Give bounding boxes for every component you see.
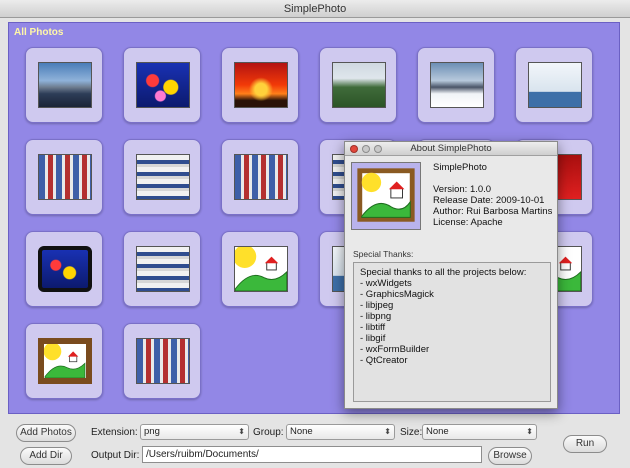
updown-arrows-icon: ⬍: [384, 427, 391, 436]
size-label: Size:: [400, 427, 423, 438]
photo-tile[interactable]: [123, 47, 201, 123]
thanks-item: - GraphicsMagick: [360, 289, 434, 300]
photo-thumbnail: [332, 62, 386, 108]
run-button[interactable]: Run: [563, 435, 607, 453]
gallery-title: All Photos: [14, 27, 64, 38]
photo-thumbnail: [38, 62, 92, 108]
thanks-item: - libgif: [360, 333, 386, 344]
window-title: SimplePhoto: [0, 0, 630, 18]
photo-tile[interactable]: [25, 139, 103, 215]
minimize-icon[interactable]: [362, 145, 370, 153]
photo-thumbnail: [430, 62, 484, 108]
group-label: Group:: [253, 427, 284, 438]
thanks-item: - wxFormBuilder: [360, 344, 430, 355]
photo-tile[interactable]: [515, 47, 593, 123]
size-value: None: [426, 426, 449, 437]
about-app-name: SimplePhoto: [433, 162, 487, 173]
updown-arrows-icon: ⬍: [526, 427, 533, 436]
about-author: Author: Rui Barbosa Martins: [433, 206, 553, 217]
photo-tile[interactable]: [221, 139, 299, 215]
thanks-item: - libtiff: [360, 322, 386, 333]
photo-thumbnail: [38, 246, 92, 292]
photo-thumbnail: [234, 62, 288, 108]
size-select[interactable]: None ⬍: [422, 424, 537, 440]
photo-thumbnail: [136, 154, 190, 200]
output-dir-label: Output Dir:: [91, 450, 140, 461]
app-logo-icon: [351, 162, 421, 230]
thanks-item: - wxWidgets: [360, 278, 412, 289]
thanks-intro: Special thanks to all the projects below…: [360, 267, 527, 278]
photo-thumbnail: [234, 154, 288, 200]
photo-tile[interactable]: [25, 323, 103, 399]
photo-thumbnail: [136, 62, 190, 108]
app-window: SimplePhoto All Photos Add Photos Add Di…: [0, 0, 630, 468]
photo-tile[interactable]: [319, 47, 397, 123]
about-license: License: Apache: [433, 217, 503, 228]
thanks-item: - libpng: [360, 311, 392, 322]
photo-tile[interactable]: [221, 231, 299, 307]
photo-thumbnail: [38, 154, 92, 200]
group-value: None: [290, 426, 313, 437]
extension-select[interactable]: png ⬍: [140, 424, 249, 440]
thanks-item: - QtCreator: [360, 355, 408, 366]
updown-arrows-icon: ⬍: [238, 427, 245, 436]
special-thanks-text[interactable]: Special thanks to all the projects below…: [353, 262, 551, 402]
photo-tile[interactable]: [123, 231, 201, 307]
add-dir-button[interactable]: Add Dir: [20, 447, 72, 465]
photo-thumbnail: [136, 338, 190, 384]
photo-tile[interactable]: [221, 47, 299, 123]
photo-tile[interactable]: [25, 231, 103, 307]
zoom-icon[interactable]: [374, 145, 382, 153]
add-photos-button[interactable]: Add Photos: [16, 424, 76, 442]
photo-tile[interactable]: [417, 47, 495, 123]
about-version: Version: 1.0.0: [433, 184, 492, 195]
close-icon[interactable]: [350, 145, 358, 153]
photo-thumbnail: [136, 246, 190, 292]
photo-tile[interactable]: [123, 323, 201, 399]
photo-thumbnail: [528, 62, 582, 108]
browse-button[interactable]: Browse: [488, 447, 532, 465]
group-select[interactable]: None ⬍: [286, 424, 395, 440]
photo-thumbnail: [234, 246, 288, 292]
about-release-date: Release Date: 2009-10-01: [433, 195, 545, 206]
extension-value: png: [144, 426, 160, 437]
photo-thumbnail: [38, 338, 92, 384]
photo-tile[interactable]: [25, 47, 103, 123]
photo-tile[interactable]: [123, 139, 201, 215]
thanks-item: - libjpeg: [360, 300, 394, 311]
extension-label: Extension:: [91, 427, 138, 438]
about-dialog: About SimplePhoto SimplePhoto Version: 1…: [344, 141, 558, 409]
special-thanks-label: Special Thanks:: [353, 249, 414, 259]
output-dir-input[interactable]: /Users/ruibm/Documents/: [142, 446, 482, 463]
